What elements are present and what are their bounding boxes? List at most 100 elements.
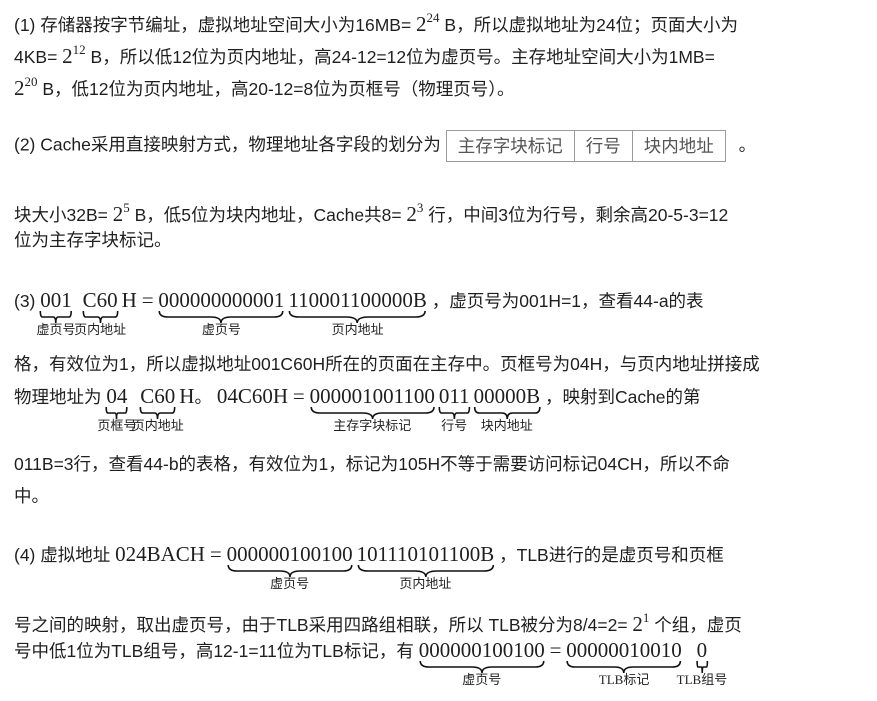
p4-line2: 号之间的映射，取出虚页号，由于TLB采用四路组相联，所以 TLB被分为8/4=2… bbox=[14, 606, 742, 637]
math-base: 2 bbox=[62, 44, 73, 68]
p1-text: (1) 存储器按字节编址，虚拟地址空间大小为16MB= bbox=[14, 15, 417, 35]
underbrace-tlb-tag: 00000010010 TLB标记 bbox=[566, 638, 682, 687]
p2-line3: 位为主存字块标记。 bbox=[14, 228, 172, 252]
p3-line2: 格，有效位为1，所以虚拟地址001C60H所在的页面在主存中。页框号为04H，与… bbox=[14, 352, 760, 376]
p3-text: ，虚页号为001H=1，查看44-a的表 bbox=[431, 291, 704, 311]
field-tag: 主存字块标记 bbox=[447, 131, 575, 161]
p4-line3: 号中低1位为TLB组号，高12-1=11位为TLB标记，有 0000001001… bbox=[14, 638, 728, 687]
p3-line3: 物理地址为 04 页框号 C60 页内地址 H。 04C60H = 000001001… bbox=[14, 384, 701, 433]
p2-line1: (2) Cache采用直接映射方式，物理地址各字段的划分为 主存字块标记 行号 … bbox=[14, 130, 756, 162]
p4-text: 号中低1位为TLB组号，高12-1=11位为TLB标记，有 bbox=[14, 641, 419, 661]
math-exp: 12 bbox=[72, 42, 86, 57]
equals-sign: = bbox=[209, 542, 222, 566]
underbrace-label: 页内地址 bbox=[331, 322, 384, 337]
underbrace-label: 页内地址 bbox=[131, 418, 184, 433]
p4-text: 个组，虚页 bbox=[649, 615, 742, 635]
binary-offset: 110001100000B bbox=[288, 288, 427, 312]
underbrace-label: 虚页号 bbox=[462, 672, 502, 687]
underbrace-label: 页内地址 bbox=[399, 576, 452, 591]
p1-text: B，所以低12位为页内地址，高24-12=12位为虚页号。主存地址空间大小为1M… bbox=[85, 47, 715, 67]
underbrace-label: 虚页号 bbox=[201, 322, 241, 337]
p2-text: 块大小32B= bbox=[14, 205, 113, 225]
p1-line1: (1) 存储器按字节编址，虚拟地址空间大小为16MB= 224 B，所以虚拟地址… bbox=[14, 6, 738, 37]
underbrace-block: 00000B 块内地址 bbox=[473, 384, 541, 433]
math-exp: 20 bbox=[24, 74, 38, 89]
physical-address: 04C60H bbox=[216, 384, 288, 408]
p3-line4: 011B=3行，查看44-b的表格，有效位为1，标记为105H不等于需要访问标记… bbox=[14, 452, 730, 476]
math-base: 2 bbox=[14, 76, 25, 100]
underbrace-tlb-group: 0 TLB组号 bbox=[677, 638, 728, 687]
underbrace-line: 011 行号 bbox=[438, 384, 470, 433]
math-base: 2 bbox=[112, 202, 124, 226]
equals-sign: = bbox=[549, 638, 562, 662]
underbrace-label: 虚页号 bbox=[36, 322, 76, 337]
binary-vpn: 000000100100 bbox=[226, 542, 353, 566]
p1-text: 4KB= bbox=[14, 47, 63, 67]
underbrace-vpn: 001 虚页号 bbox=[36, 288, 75, 337]
underbrace-offset2: C60 页内地址 bbox=[132, 384, 184, 433]
p3-text: ，映射到Cache的第 bbox=[544, 387, 701, 407]
p4-text: 号之间的映射，取出虚页号，由于TLB采用四路组相联，所以 TLB被分为8/4=2… bbox=[14, 615, 633, 635]
underbrace-bin-offset: 101110101100B 页内地址 bbox=[356, 542, 495, 591]
binary-vpn: 000000100100 bbox=[418, 638, 545, 662]
underbrace-label: 行号 bbox=[441, 418, 468, 433]
binary-offset: 101110101100B bbox=[356, 542, 495, 566]
math-exp: 24 bbox=[426, 10, 440, 25]
p3-text: 011B=3行，查看44-b的表格，有效位为1，标记为105H不等于需要访问标记… bbox=[14, 454, 730, 474]
binary-line: 011 bbox=[438, 384, 470, 408]
hex-suffix: H bbox=[179, 384, 195, 408]
binary-tag: 000001001100 bbox=[309, 384, 435, 408]
p3-text: (3) bbox=[14, 291, 41, 311]
math-base: 2 bbox=[406, 202, 417, 226]
underbrace-bin-vpn: 000000100100 虚页号 bbox=[226, 542, 353, 591]
underbrace-label: TLB组号 bbox=[676, 672, 728, 687]
p1-line2: 4KB= 212 B，所以低12位为页内地址，高24-12=12位为虚页号。主存… bbox=[14, 38, 715, 69]
hex-suffix: H bbox=[121, 288, 137, 312]
p3-text: 中。 bbox=[14, 486, 49, 506]
underbrace-label: 主存字块标记 bbox=[333, 418, 412, 433]
p2-line2: 块大小32B= 25 B，低5位为块内地址，Cache共8= 23 行，中间3位… bbox=[14, 196, 728, 227]
binary-tlb-tag: 00000010010 bbox=[566, 638, 682, 662]
p2-text: 位为主存字块标记。 bbox=[14, 230, 172, 250]
underbrace-label: TLB标记 bbox=[598, 672, 650, 687]
underbrace-bin-vpn: 000000000001 虚页号 bbox=[158, 288, 285, 337]
math-base: 2 bbox=[632, 612, 643, 636]
underbrace-bin-offset: 110001100000B 页内地址 bbox=[288, 288, 427, 337]
p3-text: 。 bbox=[194, 387, 212, 407]
p4-line1: (4) 虚拟地址 024BACH = 000000100100 虚页号 101110… bbox=[14, 542, 724, 591]
p4-text: (4) 虚拟地址 bbox=[14, 545, 116, 565]
p3-text: 格，有效位为1，所以虚拟地址001C60H所在的页面在主存中。页框号为04H，与… bbox=[14, 354, 760, 374]
address-field-table: 主存字块标记 行号 块内地址 bbox=[445, 130, 726, 162]
p2-text: 行，中间3位为行号，剩余高20-5-3=12 bbox=[423, 205, 729, 225]
p2-text: (2) Cache采用直接映射方式，物理地址各字段的划分为 bbox=[14, 134, 441, 155]
offset-value: C60 bbox=[82, 288, 118, 312]
underbrace-label: 页内地址 bbox=[74, 322, 127, 337]
p3-line1: (3) 001 虚页号 C60 页内地址 H = 000000000001 虚页号 110… bbox=[14, 288, 704, 337]
pfn-value: 04 bbox=[106, 384, 128, 408]
field-line: 行号 bbox=[575, 131, 633, 161]
underbrace-tag: 000001001100 主存字块标记 bbox=[309, 384, 435, 433]
p3-text: 物理地址为 bbox=[14, 387, 107, 407]
p1-text: B，所以虚拟地址为24位；页面大小为 bbox=[439, 15, 739, 35]
offset-value: C60 bbox=[140, 384, 176, 408]
equals-sign: = bbox=[141, 288, 154, 312]
binary-block: 00000B bbox=[473, 384, 541, 408]
p3-line5: 中。 bbox=[14, 484, 49, 508]
underbrace-vpn2: 000000100100 虚页号 bbox=[418, 638, 545, 687]
virtual-address: 024BACH bbox=[115, 542, 205, 566]
binary-tlb-group: 0 bbox=[696, 638, 708, 662]
vpn-value: 001 bbox=[40, 288, 72, 312]
underbrace-pfn: 04 页框号 bbox=[97, 384, 136, 433]
equals-sign: = bbox=[292, 384, 305, 408]
underbrace-label: 虚页号 bbox=[270, 576, 310, 591]
underbrace-label: 页框号 bbox=[97, 418, 137, 433]
underbrace-label: 块内地址 bbox=[480, 418, 533, 433]
p2-text: B，低5位为块内地址，Cache共8= bbox=[129, 205, 407, 225]
underbrace-offset: C60 页内地址 bbox=[74, 288, 126, 337]
p1-line3: 220 B，低12位为页内地址，高20-12=8位为页框号（物理页号）。 bbox=[14, 70, 514, 101]
binary-vpn: 000000000001 bbox=[158, 288, 285, 312]
field-block-offset: 块内地址 bbox=[643, 136, 714, 156]
p2-text: 。 bbox=[738, 134, 757, 155]
math-base: 2 bbox=[416, 12, 427, 36]
p1-text: B，低12位为页内地址，高20-12=8位为页框号（物理页号）。 bbox=[37, 79, 515, 99]
